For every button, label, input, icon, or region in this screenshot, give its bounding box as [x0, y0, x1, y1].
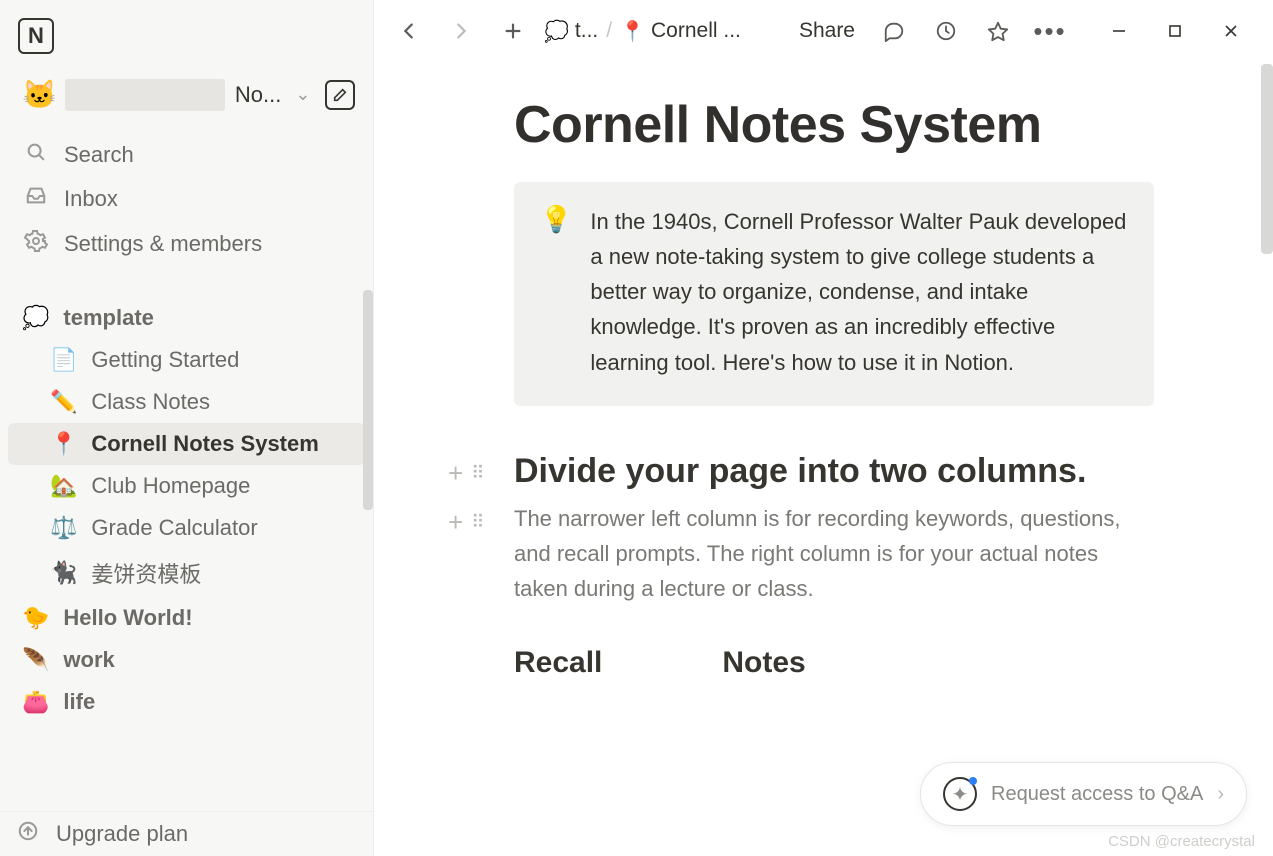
column-heading-notes[interactable]: Notes [722, 646, 805, 680]
workspace-switcher[interactable]: 🐱 No... ⌄ [0, 74, 373, 115]
paragraph-block[interactable]: The narrower left column is for recordin… [514, 501, 1154, 607]
main-area: 💭 t... / 📍 Cornell ... Share ••• [374, 0, 1273, 856]
sidebar-page-work[interactable]: 🪶 work [8, 639, 365, 681]
feather-icon: 🪶 [22, 647, 49, 673]
cat-icon: 🐈‍⬛ [50, 560, 77, 586]
callout-block[interactable]: 💡 In the 1940s, Cornell Professor Walter… [514, 182, 1154, 406]
sidebar-search[interactable]: Search [8, 133, 365, 177]
compose-button[interactable] [325, 80, 355, 110]
sidebar-page-label: 姜饼资模板 [91, 557, 201, 589]
inbox-icon [22, 185, 50, 213]
qa-request-button[interactable]: ✦ Request access to Q&A › [920, 762, 1247, 826]
sidebar-settings[interactable]: Settings & members [8, 221, 365, 267]
chevron-down-icon: ⌄ [295, 84, 310, 105]
sidebar-page-cornell-notes[interactable]: 📍 Cornell Notes System [8, 423, 365, 465]
pouch-icon: 👛 [22, 689, 49, 715]
breadcrumb-current[interactable]: 📍 Cornell ... [620, 19, 741, 44]
pin-icon: 📍 [620, 19, 645, 44]
sidebar-page-class-notes[interactable]: ✏️ Class Notes [8, 381, 365, 423]
qa-request-label: Request access to Q&A [991, 783, 1203, 806]
page-title[interactable]: Cornell Notes System [514, 96, 1154, 156]
watermark: CSDN @createcrystal [1108, 833, 1255, 850]
callout-text: In the 1940s, Cornell Professor Walter P… [590, 204, 1128, 380]
sidebar-page-label: Cornell Notes System [91, 431, 318, 457]
sidebar-page-label: life [63, 689, 95, 715]
sidebar-upgrade[interactable]: Upgrade plan [0, 812, 373, 856]
more-button[interactable]: ••• [1029, 10, 1071, 52]
chick-icon: 🐤 [22, 605, 49, 631]
updates-button[interactable] [925, 10, 967, 52]
sidebar-settings-label: Settings & members [64, 231, 262, 257]
scale-icon: ⚖️ [50, 515, 77, 541]
breadcrumb-separator: / [606, 19, 612, 43]
sidebar-page-getting-started[interactable]: 📄 Getting Started [8, 339, 365, 381]
column-heading-recall[interactable]: Recall [514, 646, 602, 680]
sidebar-page-template[interactable]: 💭 template [8, 297, 365, 339]
thought-bubble-icon: 💭 [544, 19, 569, 44]
gear-icon [22, 229, 50, 259]
sidebar-page-label: Getting Started [91, 347, 239, 373]
sidebar-inbox-label: Inbox [64, 186, 118, 212]
lightbulb-icon: 💡 [540, 204, 572, 380]
breadcrumb-parent[interactable]: 💭 t... [544, 19, 598, 44]
content-scrollbar[interactable] [1261, 64, 1273, 254]
workspace-name-redacted [65, 79, 225, 111]
sidebar-page-ginger-template[interactable]: 🐈‍⬛ 姜饼资模板 [8, 549, 365, 597]
upgrade-icon [14, 820, 42, 848]
nav-back-button[interactable] [388, 10, 430, 52]
drag-handle-icon[interactable]: ⠿ [471, 512, 486, 533]
share-button[interactable]: Share [791, 19, 863, 43]
sidebar-page-label: Class Notes [91, 389, 210, 415]
sidebar-page-label: Hello World! [63, 605, 192, 631]
page-icon: 📄 [50, 347, 77, 373]
nav-forward-button[interactable] [440, 10, 482, 52]
section-heading[interactable]: Divide your page into two columns. [514, 452, 1154, 491]
pin-icon: 📍 [50, 431, 77, 457]
comments-button[interactable] [873, 10, 915, 52]
chevron-right-icon: › [1217, 783, 1224, 806]
drag-handle-icon[interactable]: ⠿ [471, 463, 486, 484]
pencil-icon: ✏️ [50, 389, 77, 415]
add-block-icon[interactable]: + [448, 507, 463, 538]
sidebar-page-label: template [63, 305, 153, 331]
favorite-button[interactable] [977, 10, 1019, 52]
new-page-button[interactable] [492, 10, 534, 52]
sidebar-page-label: Club Homepage [91, 473, 250, 499]
block-handle[interactable]: + ⠿ [448, 458, 486, 489]
breadcrumb-parent-label: t... [575, 19, 598, 43]
block-handle[interactable]: + ⠿ [448, 507, 486, 538]
breadcrumb: 💭 t... / 📍 Cornell ... [544, 19, 741, 44]
sidebar-page-hello-world[interactable]: 🐤 Hello World! [8, 597, 365, 639]
page-content: Cornell Notes System 💡 In the 1940s, Cor… [374, 62, 1273, 856]
house-icon: 🏡 [50, 473, 77, 499]
sidebar-page-label: work [63, 647, 114, 673]
search-icon [22, 141, 50, 169]
sidebar-page-grade-calculator[interactable]: ⚖️ Grade Calculator [8, 507, 365, 549]
sidebar-page-club-homepage[interactable]: 🏡 Club Homepage [8, 465, 365, 507]
sidebar-inbox[interactable]: Inbox [8, 177, 365, 221]
window-maximize-button[interactable] [1147, 11, 1203, 51]
window-close-button[interactable] [1203, 11, 1259, 51]
workspace-label: No... [235, 82, 281, 108]
workspace-icon: 🐱 [22, 78, 57, 111]
add-block-icon[interactable]: + [448, 458, 463, 489]
sidebar-page-life[interactable]: 👛 life [8, 681, 365, 723]
breadcrumb-current-label: Cornell ... [651, 19, 741, 43]
sidebar-scrollbar[interactable] [363, 290, 373, 510]
app-logo[interactable]: N [18, 18, 54, 54]
thought-bubble-icon: 💭 [22, 305, 49, 331]
sidebar-upgrade-label: Upgrade plan [56, 821, 188, 847]
sidebar: N 🐱 No... ⌄ Search Inbox Settings & mem [0, 0, 374, 856]
sparkle-icon: ✦ [943, 777, 977, 811]
window-minimize-button[interactable] [1091, 11, 1147, 51]
sidebar-search-label: Search [64, 142, 134, 168]
sidebar-page-label: Grade Calculator [91, 515, 257, 541]
topbar: 💭 t... / 📍 Cornell ... Share ••• [374, 0, 1273, 62]
